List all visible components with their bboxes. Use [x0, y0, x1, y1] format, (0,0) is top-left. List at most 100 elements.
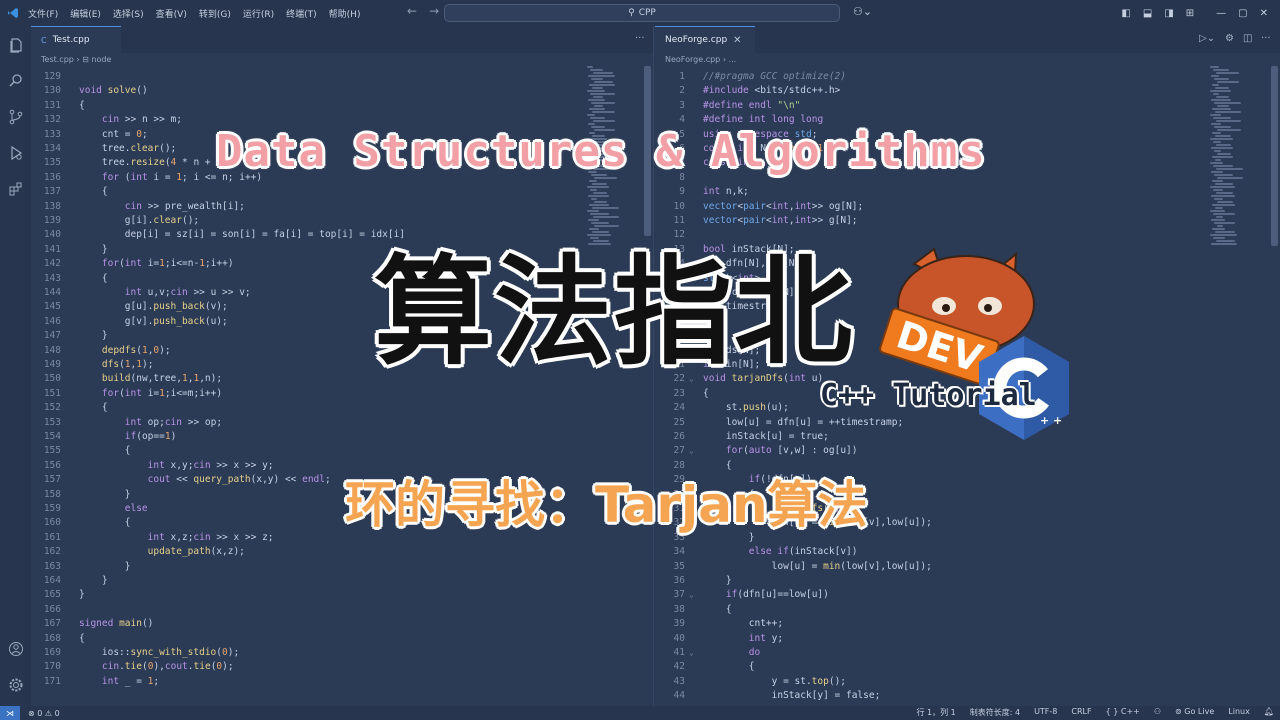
language-mode[interactable]: { } C++	[1106, 707, 1140, 718]
menu-item[interactable]: 帮助(H)	[329, 7, 361, 20]
breadcrumb-separator-icon: › ⊟	[76, 55, 89, 64]
minimap-line	[1212, 132, 1221, 134]
fold-chevron-icon[interactable]: ⌄	[689, 646, 694, 660]
search-view-icon[interactable]	[0, 67, 31, 95]
toggle-panel-icon[interactable]: ⬓	[1143, 8, 1152, 19]
fold-chevron-icon[interactable]: ⌄	[689, 444, 694, 458]
run-debug-icon[interactable]	[0, 139, 31, 167]
code-text: int x,y;cin >> x >> y;	[147, 459, 274, 471]
line-number: 38	[673, 603, 685, 615]
menu-item[interactable]: 运行(R)	[243, 7, 274, 20]
minimap-line	[1211, 75, 1219, 77]
cursor-position[interactable]: 行 1，列 1	[916, 707, 955, 718]
line-number: 145	[43, 301, 61, 313]
remote-indicator-icon[interactable]: ⋊	[0, 706, 20, 720]
breadcrumb-file[interactable]: Test.cpp	[41, 55, 74, 64]
copilot-status-icon[interactable]: ⚇	[1154, 707, 1161, 718]
code-text: int y;	[748, 632, 784, 644]
encoding[interactable]: UTF-8	[1034, 707, 1057, 718]
code-text: {	[79, 445, 131, 457]
menu-item[interactable]: 选择(S)	[113, 7, 144, 20]
line-number: 24	[673, 402, 685, 414]
menu-item[interactable]: 查看(V)	[156, 7, 187, 20]
code-text: low[u] = min(low[v],low[u]);	[703, 560, 932, 572]
minimap-line	[1216, 96, 1229, 98]
problems-indicator[interactable]: ⊗ 0 ⚠ 0	[28, 709, 60, 718]
line-number: 155	[43, 445, 61, 457]
code-text: }	[79, 575, 108, 586]
settings-gear-icon[interactable]	[0, 671, 31, 699]
code-text: int x,z;cin >> x >> z;	[147, 531, 274, 543]
line-ending[interactable]: CRLF	[1071, 707, 1091, 718]
minimize-icon[interactable]: —	[1216, 8, 1226, 19]
go-live-button[interactable]: ⊚ Go Live	[1175, 707, 1214, 718]
minimap-line	[1213, 189, 1223, 191]
close-tab-icon[interactable]: ✕	[733, 35, 741, 46]
forward-arrow-icon[interactable]: →	[429, 4, 439, 18]
maximize-icon[interactable]: ▢	[1238, 8, 1247, 19]
command-center-search[interactable]: ⚲ CPP	[444, 4, 840, 22]
line-number: 149	[43, 359, 61, 370]
menu-item[interactable]: 转到(G)	[199, 7, 231, 20]
minimap-line	[592, 183, 607, 185]
minimap-line	[1213, 165, 1233, 167]
menu-item[interactable]: 文件(F)	[28, 7, 58, 20]
breadcrumb-file[interactable]: NeoForge.cpp	[665, 55, 720, 64]
code-text: if(dfn[u]==low[u])	[725, 589, 829, 601]
minimap-line	[592, 111, 615, 113]
minimap-line	[1214, 126, 1231, 128]
fold-chevron-icon[interactable]: ⌄	[689, 588, 694, 602]
os-indicator[interactable]: Linux	[1228, 707, 1250, 718]
back-arrow-icon[interactable]: ←	[407, 4, 417, 18]
line-number: 146	[43, 315, 61, 327]
code-text: {	[79, 272, 108, 284]
breadcrumb-symbol[interactable]: ...	[729, 55, 737, 64]
line-number: 141	[43, 243, 61, 255]
line-number: 143	[43, 272, 61, 284]
vscode-logo-icon[interactable]	[0, 0, 26, 26]
minimap-line	[1215, 183, 1233, 185]
code-text: depdfs(1,0);	[101, 344, 171, 356]
toggle-primary-sidebar-icon[interactable]: ◧	[1121, 8, 1130, 19]
more-actions-icon[interactable]: ···	[635, 33, 645, 44]
breadcrumb-symbol[interactable]: node	[91, 55, 111, 64]
menu-item[interactable]: 编辑(E)	[70, 7, 101, 20]
line-number: 129	[43, 71, 61, 82]
split-editor-icon[interactable]: ◫	[1243, 33, 1252, 44]
tab-neoforge-cpp[interactable]: NeoForge.cpp ✕	[655, 26, 755, 53]
account-icon[interactable]	[0, 635, 31, 663]
menu-item[interactable]: 终端(T)	[286, 7, 317, 20]
code-text: }	[79, 488, 131, 500]
code-text: cin.tie(0),cout.tie(0);	[101, 661, 234, 673]
code-text: cnt++;	[703, 618, 784, 630]
customize-layout-icon[interactable]: ⊞	[1186, 8, 1194, 19]
minimap-line	[1213, 141, 1221, 143]
notifications-bell-icon[interactable]: 🔔︎	[1264, 707, 1274, 718]
minimap[interactable]	[1210, 66, 1243, 286]
code-text: void solve()	[79, 85, 148, 97]
line-number: 144	[43, 287, 61, 298]
extensions-icon[interactable]	[0, 175, 31, 203]
close-window-icon[interactable]: ✕	[1260, 8, 1268, 19]
minimap-line	[589, 84, 615, 86]
more-actions-icon[interactable]: ···	[1261, 33, 1271, 44]
source-control-icon[interactable]	[0, 103, 31, 131]
tab-size[interactable]: 制表符长度: 4	[970, 707, 1020, 718]
minimap-line	[1211, 219, 1225, 221]
scrollbar-thumb[interactable]	[1271, 66, 1278, 246]
code-text: }	[703, 575, 732, 586]
minimap-line	[594, 81, 613, 83]
code-text: {	[703, 387, 709, 399]
minimap-line	[590, 93, 615, 95]
line-number: 151	[43, 387, 61, 399]
tab-test-cpp[interactable]: C Test.cpp	[31, 26, 121, 53]
settings-icon[interactable]: ⚙	[1225, 33, 1234, 44]
toggle-secondary-sidebar-icon[interactable]: ◨	[1164, 8, 1173, 19]
explorer-icon[interactable]	[0, 31, 31, 59]
minimap-line	[1217, 105, 1229, 107]
minimap-line	[1215, 135, 1231, 137]
menu-bar: 文件(F) 编辑(E) 选择(S) 查看(V) 转到(G) 运行(R) 终端(T) 帮助(H)	[28, 7, 360, 20]
copilot-icon[interactable]: ⚇⌄	[853, 5, 872, 18]
run-icon[interactable]: ▷⌄	[1199, 33, 1215, 44]
window-controls: ◧ ⬓ ◨ ⊞ — ▢ ✕	[1121, 0, 1280, 26]
